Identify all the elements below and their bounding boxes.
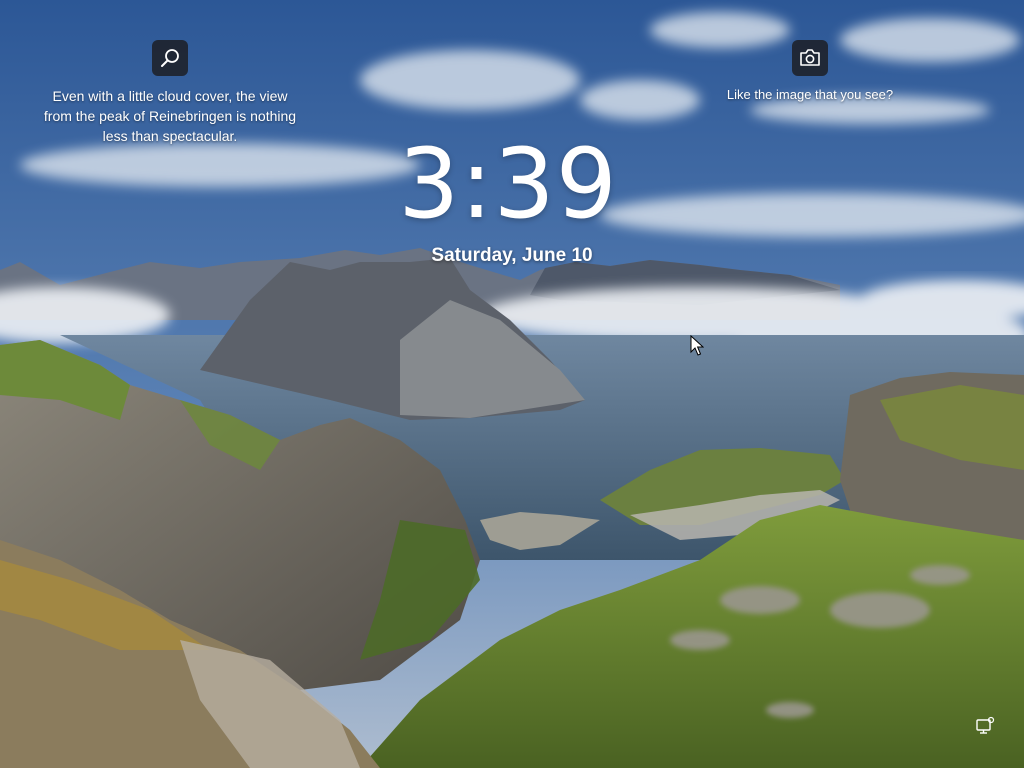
- lockscreen-date: Saturday, June 10: [431, 245, 593, 266]
- camera-icon: [800, 49, 820, 66]
- search-icon-button[interactable]: [152, 40, 188, 76]
- search-icon: [161, 49, 179, 67]
- mouse-cursor-icon: [690, 335, 704, 356]
- network-icon[interactable]: [975, 716, 995, 736]
- like-image-caption[interactable]: Like the image that you see?: [720, 86, 900, 104]
- lockscreen-time: 3:39: [398, 128, 618, 240]
- like-image-panel: Like the image that you see?: [720, 40, 900, 104]
- camera-icon-button[interactable]: [792, 40, 828, 76]
